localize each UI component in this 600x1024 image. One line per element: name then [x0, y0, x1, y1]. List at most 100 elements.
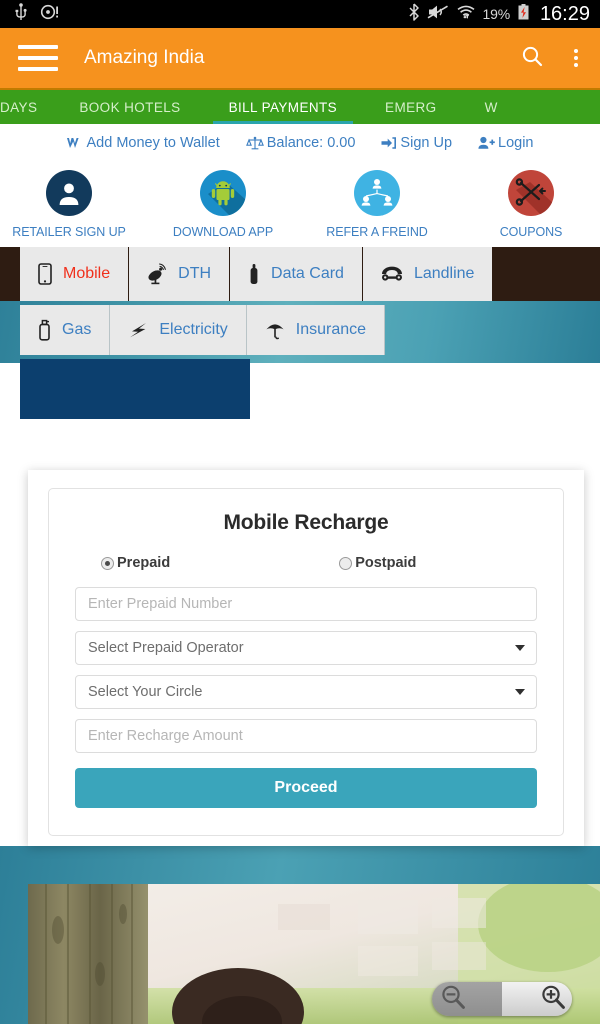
service-tabs-band: Mobile DTH Data Card Landline Gas Electr… [0, 247, 600, 419]
service-tab-electricity[interactable]: Electricity [110, 305, 247, 355]
user-plus-icon [478, 136, 495, 150]
service-tab-landline[interactable]: Landline [362, 247, 494, 301]
disc-alert-icon [40, 3, 60, 26]
page-content: Add Money to Wallet Balance: 0.00 Sign U… [0, 124, 600, 1024]
sign-in-icon [381, 136, 397, 150]
nav-item-label: EMERG [385, 99, 437, 115]
retailer-sign-up-button[interactable]: RETAILER SIGN UP [12, 170, 126, 239]
nav-item-label: W [484, 99, 498, 115]
mobile-recharge-modal: Mobile Recharge Prepaid Postpaid Enter P… [48, 488, 564, 836]
nav-item-label: DAYS [0, 99, 38, 115]
service-tab-label: Data Card [271, 265, 344, 282]
chevron-down-icon [515, 645, 525, 651]
telephone-icon [381, 265, 403, 283]
service-tab-label: Mobile [63, 265, 111, 282]
nav-item-emerg[interactable]: EMERG [361, 90, 461, 124]
login-link[interactable]: Login [478, 135, 534, 151]
nav-item-w[interactable]: W [461, 90, 522, 124]
proceed-button[interactable]: Proceed [75, 768, 537, 808]
refer-a-friend-button[interactable]: REFER A FREIND [321, 170, 433, 239]
prepaid-number-placeholder: Enter Prepaid Number [88, 596, 233, 612]
smartphone-icon [38, 263, 52, 285]
status-bar-right-icons: 19% 16:29 [408, 3, 590, 26]
android-status-bar: 19% 16:29 [0, 0, 600, 28]
circle-select-value: Select Your Circle [88, 684, 203, 700]
service-tab-label: Landline [413, 265, 475, 282]
zoom-in-button[interactable] [502, 982, 572, 1016]
radio-option-postpaid[interactable]: Postpaid [339, 555, 416, 571]
hamburger-bar [18, 56, 58, 60]
prepaid-number-input[interactable]: Enter Prepaid Number [75, 587, 537, 621]
service-tab-label: DTH [178, 265, 212, 282]
quick-action-row: RETAILER SIGN UP DOWNLOAD APP REFER A FR… [0, 158, 600, 247]
quick-action-label: RETAILER SIGN UP [12, 225, 126, 239]
service-tabs-row-primary: Mobile DTH Data Card Landline [0, 247, 600, 301]
scissors-icon [508, 170, 554, 216]
connection-type-radio-group: Prepaid Postpaid [75, 555, 537, 571]
quick-action-label: REFER A FREIND [326, 225, 428, 239]
radio-prepaid-input[interactable] [101, 556, 114, 570]
gas-cylinder-icon [38, 319, 51, 341]
coupons-button[interactable]: COUPONS [475, 170, 587, 239]
recharge-amount-input[interactable]: Enter Recharge Amount [75, 719, 537, 753]
overflow-dot [574, 63, 578, 67]
lightning-bolt-icon [128, 320, 148, 340]
service-tab-mobile[interactable]: Mobile [20, 247, 130, 301]
service-tab-data-card[interactable]: Data Card [230, 247, 363, 301]
hamburger-icon[interactable] [18, 45, 58, 71]
search-icon[interactable] [520, 44, 544, 73]
hamburger-bar [18, 67, 58, 71]
status-bar-left-icons [14, 2, 60, 26]
modal-title: Mobile Recharge [223, 511, 389, 534]
radio-prepaid-label: Prepaid [117, 555, 171, 571]
zoom-control-widget[interactable] [432, 982, 572, 1016]
bluetooth-icon [408, 2, 420, 26]
hamburger-bar [18, 45, 58, 49]
quick-action-label: DOWNLOAD APP [172, 225, 274, 239]
overflow-dot [574, 49, 578, 53]
overflow-menu-icon[interactable] [570, 45, 582, 71]
circle-select[interactable]: Select Your Circle [75, 675, 537, 709]
service-tab-dth[interactable]: DTH [129, 247, 231, 301]
add-money-to-wallet-link[interactable]: Add Money to Wallet [66, 135, 220, 151]
nav-item-book-hotels[interactable]: BOOK HOTELS [55, 90, 204, 124]
recharge-amount-placeholder: Enter Recharge Amount [88, 728, 243, 744]
balance-display[interactable]: Balance: 0.00 [245, 135, 355, 151]
quick-action-label: COUPONS [499, 225, 563, 239]
service-tab-label: Insurance [295, 321, 367, 338]
nav-item-label: BILL PAYMENTS [228, 99, 338, 115]
service-tab-label: Gas [62, 321, 92, 338]
user-circle-icon [46, 170, 92, 216]
radio-option-prepaid[interactable]: Prepaid [101, 555, 170, 571]
app-bar-actions [520, 44, 582, 73]
android-icon [200, 170, 246, 216]
usb-icon [14, 2, 28, 26]
nav-item-bill-payments[interactable]: BILL PAYMENTS [205, 90, 361, 124]
login-label: Login [498, 135, 534, 151]
magnifier-minus-icon [438, 982, 468, 1016]
sign-up-label: Sign Up [400, 135, 453, 151]
zoom-out-button[interactable] [432, 982, 502, 1016]
status-bar-clock: 16:29 [539, 2, 590, 25]
app-bar: Amazing India [0, 28, 600, 88]
sign-up-link[interactable]: Sign Up [381, 135, 452, 151]
battery-alert-icon [517, 3, 530, 26]
balance-scale-icon [245, 136, 264, 151]
service-tab-insurance[interactable]: Insurance [246, 305, 386, 355]
radio-postpaid-input[interactable] [339, 556, 353, 570]
nav-item-label: BOOK HOTELS [79, 99, 181, 115]
category-nav-bar[interactable]: DAYS BOOK HOTELS BILL PAYMENTS EMERG W [0, 88, 600, 124]
operator-select-value: Select Prepaid Operator [88, 640, 244, 656]
nav-item-days[interactable]: DAYS [0, 90, 55, 124]
magnifier-plus-icon [536, 982, 566, 1016]
mute-icon [427, 3, 449, 26]
network-users-icon [354, 170, 400, 216]
chevron-down-icon [515, 689, 525, 695]
radio-postpaid-label: Postpaid [355, 555, 417, 571]
download-app-button[interactable]: DOWNLOAD APP [167, 170, 279, 239]
service-tab-gas[interactable]: Gas [20, 305, 111, 355]
wallet-icon [66, 136, 83, 151]
page-title: Amazing India [84, 47, 205, 68]
battery-percent-label: 19% [482, 6, 511, 22]
operator-select[interactable]: Select Prepaid Operator [75, 631, 537, 665]
